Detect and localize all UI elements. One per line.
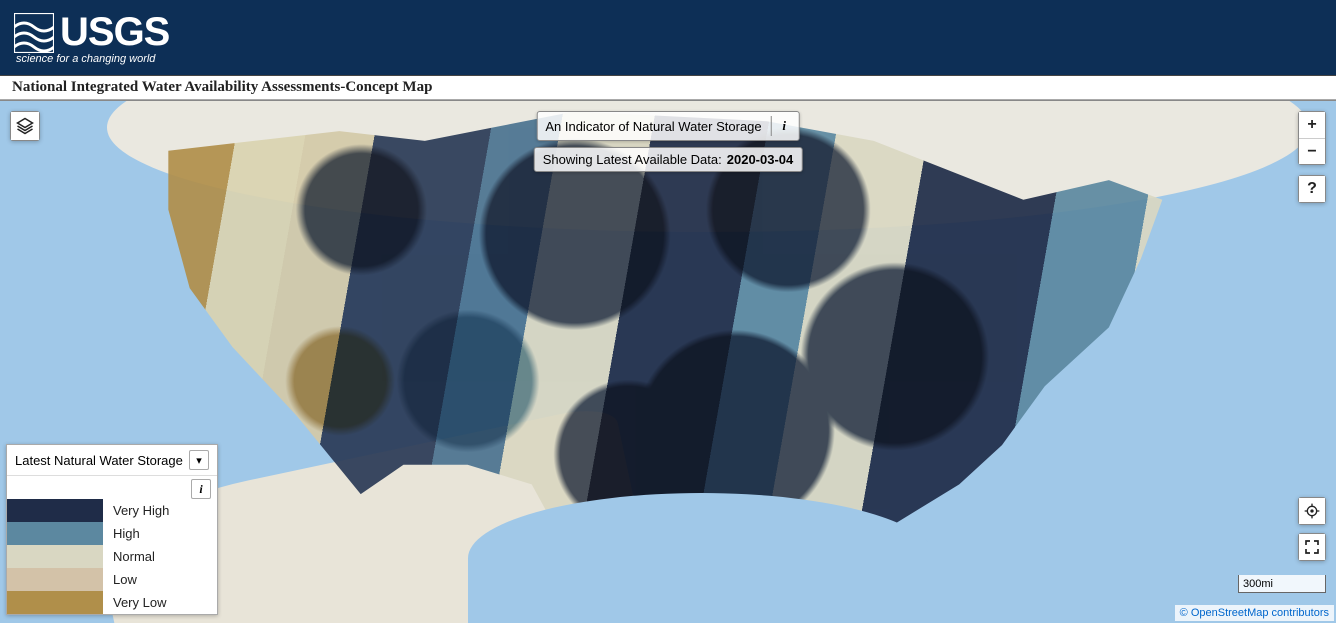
indicator-info-button[interactable]: i	[771, 116, 791, 136]
page-title: National Integrated Water Availability A…	[12, 79, 432, 96]
legend-item: High	[7, 522, 217, 545]
zoom-control: + −	[1298, 111, 1326, 165]
indicator-label: An Indicator of Natural Water Storage	[545, 119, 761, 134]
locate-icon[interactable]	[1299, 498, 1325, 524]
legend-swatch	[7, 568, 103, 591]
page-title-bar: National Integrated Water Availability A…	[0, 76, 1336, 100]
legend-title: Latest Natural Water Storage	[15, 453, 183, 468]
legend-items: Very High High Normal Low Very Low	[7, 499, 217, 614]
scale-label: 300mi	[1243, 578, 1273, 590]
scale-bar: 300mi	[1238, 575, 1326, 593]
usgs-wave-icon	[14, 13, 54, 53]
fullscreen-control[interactable]	[1298, 533, 1326, 561]
legend-item: Very Low	[7, 591, 217, 614]
zoom-in-button[interactable]: +	[1299, 112, 1325, 138]
legend-label: Very Low	[103, 595, 166, 610]
legend-label: High	[103, 526, 140, 541]
usgs-tagline: science for a changing world	[16, 53, 169, 65]
indicator-label-row: An Indicator of Natural Water Storage i	[536, 111, 799, 141]
date-row: Showing Latest Available Data: 2020-03-0…	[534, 147, 803, 172]
legend-item: Low	[7, 568, 217, 591]
legend-label: Normal	[103, 549, 155, 564]
fullscreen-icon[interactable]	[1299, 534, 1325, 560]
legend-item: Normal	[7, 545, 217, 568]
legend-swatch	[7, 522, 103, 545]
date-value: 2020-03-04	[727, 152, 794, 167]
site-header: USGS science for a changing world	[0, 0, 1336, 76]
legend-info-button[interactable]: i	[191, 479, 211, 499]
zoom-out-button[interactable]: −	[1299, 138, 1325, 164]
legend-collapse-button[interactable]: ▾	[189, 450, 209, 470]
help-control[interactable]: ?	[1298, 175, 1326, 203]
legend-swatch	[7, 545, 103, 568]
legend-swatch	[7, 499, 103, 522]
legend-label: Very High	[103, 503, 169, 518]
attribution-text: © OpenStreetMap contributors	[1180, 607, 1329, 619]
layers-control[interactable]	[10, 111, 40, 141]
legend-swatch	[7, 591, 103, 614]
legend-item: Very High	[7, 499, 217, 522]
locate-control[interactable]	[1298, 497, 1326, 525]
map-info-panel: An Indicator of Natural Water Storage i …	[534, 111, 803, 172]
legend-panel: Latest Natural Water Storage ▾ i Very Hi…	[6, 444, 218, 615]
legend-label: Low	[103, 572, 137, 587]
date-prefix: Showing Latest Available Data:	[543, 152, 722, 167]
usgs-logo[interactable]: USGS science for a changing world	[14, 10, 169, 65]
usgs-wordmark: USGS	[60, 10, 169, 55]
legend-header: Latest Natural Water Storage ▾	[7, 445, 217, 476]
help-button[interactable]: ?	[1299, 176, 1325, 202]
map-attribution[interactable]: © OpenStreetMap contributors	[1175, 605, 1334, 621]
map-canvas[interactable]: An Indicator of Natural Water Storage i …	[0, 100, 1336, 623]
layers-icon[interactable]	[11, 112, 39, 140]
basemap-water	[468, 493, 936, 623]
